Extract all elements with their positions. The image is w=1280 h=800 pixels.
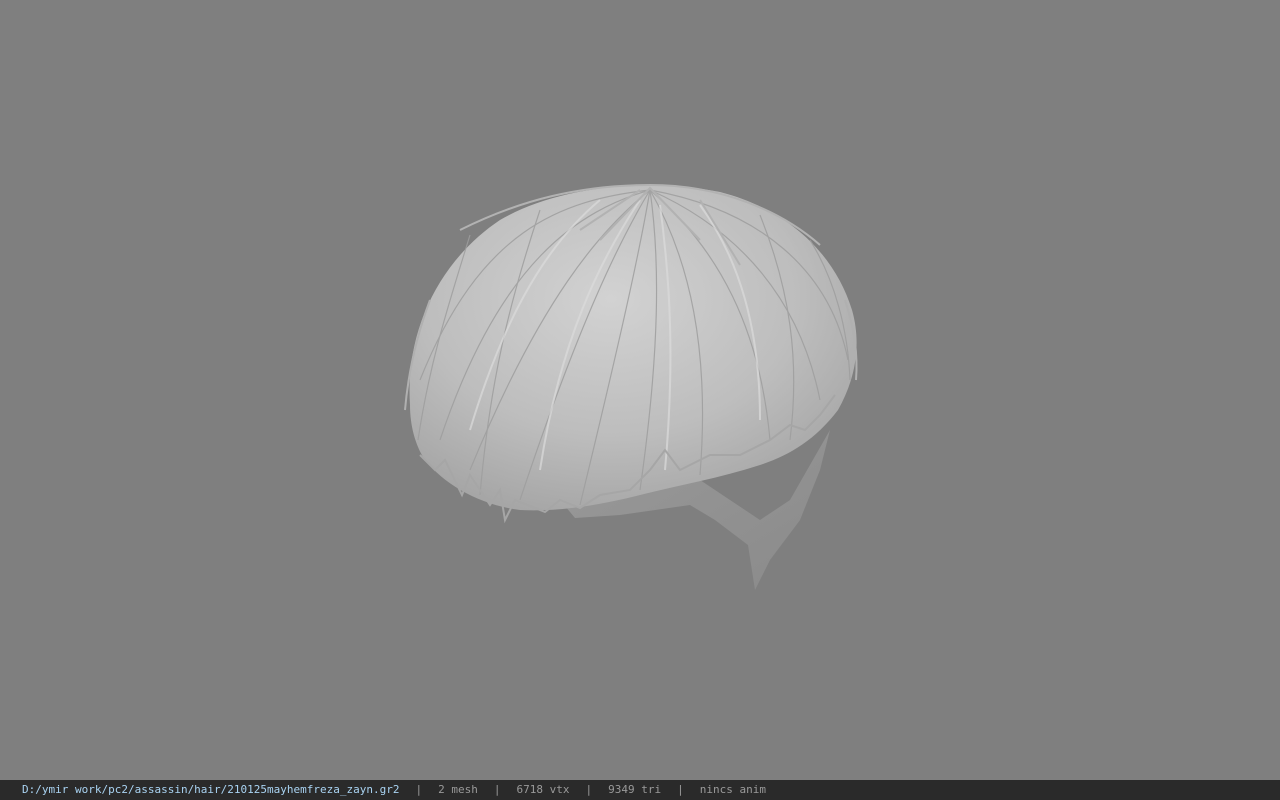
status-separator: | bbox=[415, 783, 423, 796]
animation-status-label: nincs anim bbox=[699, 783, 766, 796]
status-separator: | bbox=[677, 783, 684, 796]
hair-model-render bbox=[404, 184, 858, 590]
mesh-count-label: 2 mesh bbox=[438, 783, 478, 796]
3d-viewport[interactable] bbox=[0, 0, 1280, 780]
status-bar: D:/ymir work/pc2/assassin/hair/210125may… bbox=[0, 780, 1280, 800]
status-separator: | bbox=[585, 783, 593, 796]
status-separator: | bbox=[493, 783, 501, 796]
file-path-label: D:/ymir work/pc2/assassin/hair/210125may… bbox=[22, 783, 400, 796]
triangle-count-label: 9349 tri bbox=[608, 783, 662, 796]
hair-main-dome bbox=[409, 185, 857, 511]
vertex-count-label: 6718 vtx bbox=[516, 783, 570, 796]
